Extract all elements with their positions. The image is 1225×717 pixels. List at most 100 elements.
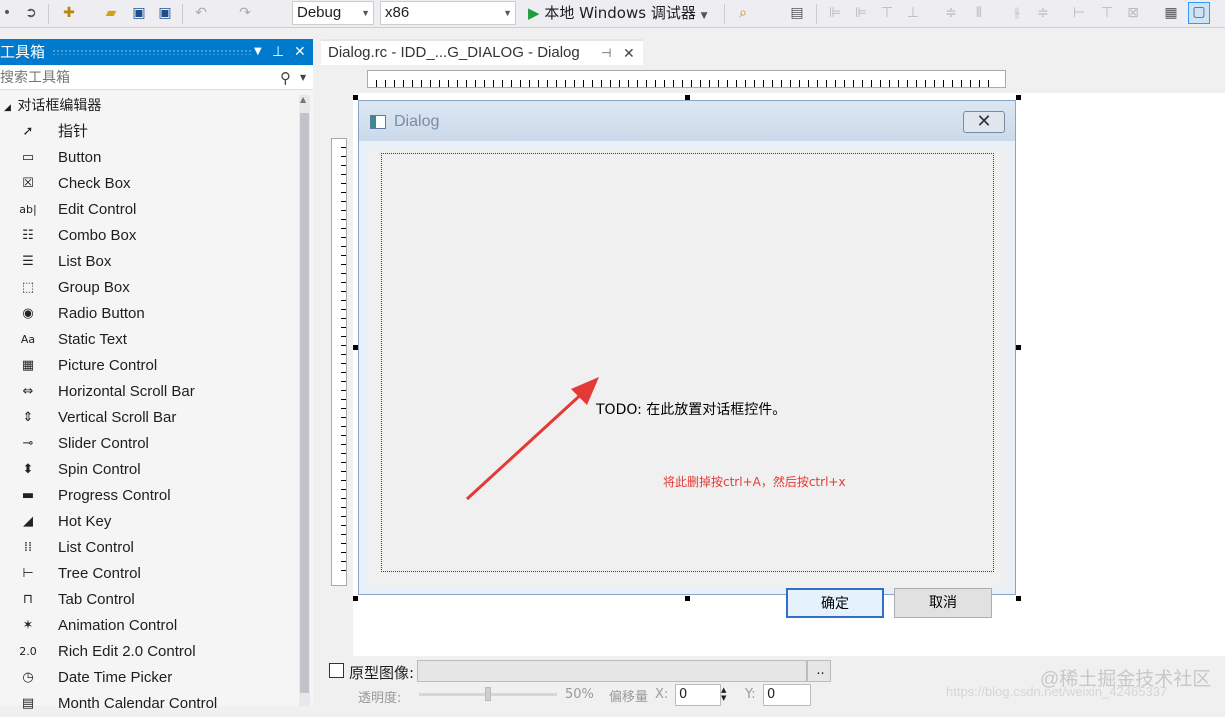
resize-handle[interactable] <box>1016 596 1021 601</box>
chevron-down-icon: ▼ <box>700 11 708 21</box>
scroll-up-icon[interactable]: ▲ <box>300 95 306 104</box>
toolbox-item[interactable]: ▬ Progress Control <box>0 483 300 509</box>
redo-icon[interactable]: ↷ <box>236 4 254 22</box>
toolbox-item[interactable]: ▦ Picture Control <box>0 353 300 379</box>
toolbox-item[interactable]: ⬚ Group Box <box>0 275 300 301</box>
resize-handle[interactable] <box>353 596 358 601</box>
toolbox-scrollbar[interactable]: ▲ <box>299 95 310 706</box>
same-height-icon[interactable]: ⊤ <box>1098 4 1116 22</box>
toolbox-item[interactable]: ⁞⁞ List Control <box>0 535 300 561</box>
forward-icon[interactable]: ➲ <box>22 4 40 22</box>
browse-button[interactable]: .. <box>807 660 831 682</box>
toolbox-item[interactable]: ▭ Button <box>0 145 300 171</box>
pin-icon[interactable]: ⊣ <box>601 41 611 65</box>
search-icon[interactable]: ⚲ <box>280 66 291 90</box>
margin-guide <box>381 153 994 572</box>
toolbox-item[interactable]: ◷ Date Time Picker <box>0 665 300 691</box>
toolbox-item[interactable]: ☒ Check Box <box>0 171 300 197</box>
dialog-title: Dialog <box>394 113 440 130</box>
annotation-text: 将此删掉按ctrl+A，然后按ctrl+x <box>663 475 846 489</box>
new-project-icon[interactable]: ✚ <box>60 4 78 22</box>
align-right-icon[interactable]: ⊫ <box>852 4 870 22</box>
toolbox-item[interactable]: ➚ 指针 <box>0 119 300 145</box>
same-size-icon[interactable]: ⊠ <box>1124 4 1142 22</box>
align-left-icon[interactable]: ⊫ <box>826 4 844 22</box>
toolbox-item[interactable]: 2.0 Rich Edit 2.0 Control <box>0 639 300 665</box>
align-bottom-icon[interactable]: ⊥ <box>904 4 922 22</box>
toolbox-item[interactable]: ☰ List Box <box>0 249 300 275</box>
grid-icon[interactable]: ▦ <box>1162 4 1180 22</box>
start-debugger-button[interactable]: ▶ 本地 Windows 调试器 ▼ <box>528 2 708 26</box>
same-width-icon[interactable]: ⊢ <box>1070 4 1088 22</box>
toolbox-item[interactable]: ab| Edit Control <box>0 197 300 223</box>
close-icon: ✕ <box>976 111 992 132</box>
button-icon: ▭ <box>21 150 35 165</box>
toolbox-item-label: Combo Box <box>58 227 137 244</box>
toolbox-item[interactable]: ⊸ Slider Control <box>0 431 300 457</box>
space-across-icon[interactable]: ⫳ <box>1008 4 1026 22</box>
test-dialog-icon[interactable]: ▤ <box>788 4 806 22</box>
toolbox-item-label: Tab Control <box>58 591 135 608</box>
opacity-slider-thumb[interactable] <box>485 687 491 701</box>
dialog-title-bar[interactable]: Dialog ✕ <box>359 101 1015 141</box>
toolbox-item[interactable]: ⬍ Spin Control <box>0 457 300 483</box>
config-dropdown[interactable]: Debug ▼ <box>292 1 374 25</box>
dialog-client-area[interactable]: TODO: 在此放置对话框控件。 将此删掉按ctrl+A，然后按ctrl+x 确… <box>369 147 1005 618</box>
spin-icon[interactable]: ▲ ▼ <box>721 686 726 702</box>
chevron-down-icon: ▼ <box>503 8 512 18</box>
offset-y-input[interactable]: 0 <box>763 684 811 706</box>
vscroll-icon: ⇕ <box>22 410 34 425</box>
close-tab-icon[interactable]: ✕ <box>623 41 635 65</box>
cancel-button[interactable]: 取消 <box>894 588 992 618</box>
toolbox-item[interactable]: ◢ Hot Key <box>0 509 300 535</box>
toolbox-item[interactable]: ⇕ Vertical Scroll Bar <box>0 405 300 431</box>
resize-handle[interactable] <box>685 596 690 601</box>
close-icon[interactable]: ✕ <box>294 39 306 65</box>
toolbox-item[interactable]: ⊢ Tree Control <box>0 561 300 587</box>
find-icon[interactable]: ⌕ <box>734 4 752 22</box>
listbox-icon: ☰ <box>22 254 34 269</box>
offset-x-input[interactable]: 0 <box>675 684 721 706</box>
toolbox-item[interactable]: ⊓ Tab Control <box>0 587 300 613</box>
save-all-icon[interactable]: ▣ <box>156 4 174 22</box>
dropdown-icon[interactable]: ▼ <box>254 39 262 65</box>
save-icon[interactable]: ▣ <box>130 4 148 22</box>
tree-icon: ⊢ <box>22 566 34 581</box>
scrollbar-thumb[interactable] <box>300 113 309 693</box>
platform-dropdown[interactable]: x86 ▼ <box>380 1 516 25</box>
todo-static-text[interactable]: TODO: 在此放置对话框控件。 <box>596 399 786 419</box>
toolbox-item[interactable]: ⇔ Horizontal Scroll Bar <box>0 379 300 405</box>
prototype-checkbox[interactable] <box>329 663 344 678</box>
toolbox-item[interactable]: ☷ Combo Box <box>0 223 300 249</box>
chevron-down-icon: ▼ <box>361 8 370 18</box>
pin-icon[interactable]: ⊥ <box>272 39 284 65</box>
chevron-down-icon[interactable]: ▼ <box>300 66 306 90</box>
richedit-icon: 2.0 <box>19 645 37 658</box>
center-horizontal-icon[interactable]: ⫴ <box>970 4 988 22</box>
annotation-arrow <box>465 377 599 501</box>
toolbox-group-header[interactable]: ◢ 对话框编辑器 <box>0 95 101 119</box>
prototype-path-input[interactable] <box>417 660 807 682</box>
tab-dialog-rc[interactable]: Dialog.rc - IDD_...G_DIALOG - Dialog ⊣ ✕ <box>321 39 643 65</box>
picture-icon: ▦ <box>21 358 35 373</box>
toolbox-item[interactable]: Aa Static Text <box>0 327 300 353</box>
toolbox-item[interactable]: ✶ Animation Control <box>0 613 300 639</box>
horizontal-ruler <box>367 70 1006 88</box>
align-top-icon[interactable]: ⊤ <box>878 4 896 22</box>
resize-handle[interactable] <box>1016 345 1021 350</box>
open-folder-icon[interactable]: ▰ <box>102 4 120 22</box>
guides-icon[interactable]: ▢ <box>1188 2 1210 24</box>
resize-handle[interactable] <box>1016 95 1021 100</box>
space-down-icon[interactable]: ≑ <box>1034 4 1052 22</box>
dialog-window[interactable]: Dialog ✕ TODO: 在此放置对话框控件。 将此删掉按ctrl+A，然后… <box>358 100 1016 618</box>
toolbox-search-input[interactable]: 搜索工具箱 ⚲ ▼ <box>0 66 313 90</box>
opacity-label: 透明度: <box>358 691 402 706</box>
tab-label: Dialog.rc - IDD_...G_DIALOG - Dialog <box>328 44 580 61</box>
center-vertical-icon[interactable]: ≑ <box>942 4 960 22</box>
dialog-close-button[interactable]: ✕ <box>963 111 1005 133</box>
toolbox-item[interactable]: ▤ Month Calendar Control <box>0 691 300 717</box>
undo-icon[interactable]: ↶ <box>192 4 210 22</box>
ok-button[interactable]: 确定 <box>786 588 884 618</box>
toolbox-item[interactable]: ◉ Radio Button <box>0 301 300 327</box>
toolbox-item-label: Group Box <box>58 279 130 296</box>
